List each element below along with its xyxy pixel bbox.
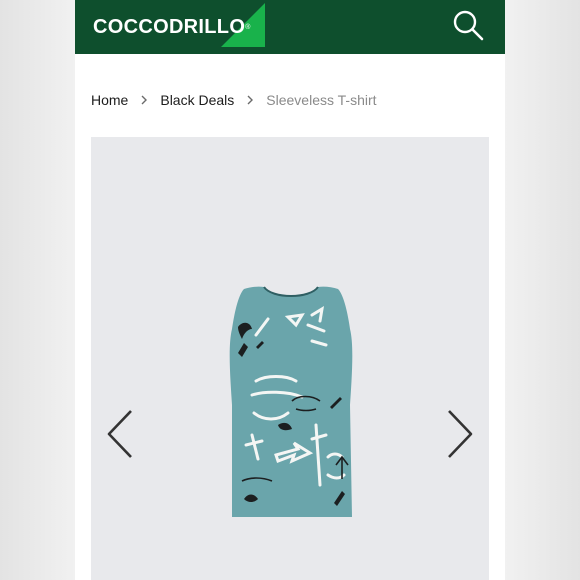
chevron-left-icon xyxy=(107,410,132,458)
search-icon xyxy=(453,10,484,41)
gallery-next-button[interactable] xyxy=(443,408,477,460)
background-left xyxy=(0,0,75,580)
search-button[interactable] xyxy=(451,8,485,42)
chevron-right-icon xyxy=(448,410,473,458)
background-right xyxy=(505,0,580,580)
brand-name: COCCODRILLO xyxy=(93,15,246,38)
breadcrumb: Home Black Deals Sleeveless T-shirt xyxy=(91,92,377,108)
breadcrumb-home[interactable]: Home xyxy=(91,92,128,108)
sleeveless-tshirt-image[interactable] xyxy=(216,285,366,525)
product-gallery xyxy=(91,137,489,580)
brand-logo[interactable]: COCCODRILLO ® xyxy=(93,3,265,47)
chevron-right-icon xyxy=(246,94,254,106)
phone-screen: COCCODRILLO ® Home Black Deals Sleeveless… xyxy=(75,0,505,580)
chevron-right-icon xyxy=(140,94,148,106)
breadcrumb-current: Sleeveless T-shirt xyxy=(266,92,377,108)
gallery-prev-button[interactable] xyxy=(103,408,137,460)
site-header: COCCODRILLO ® xyxy=(75,0,505,54)
breadcrumb-black-deals[interactable]: Black Deals xyxy=(160,92,234,108)
registered-mark: ® xyxy=(245,23,251,31)
